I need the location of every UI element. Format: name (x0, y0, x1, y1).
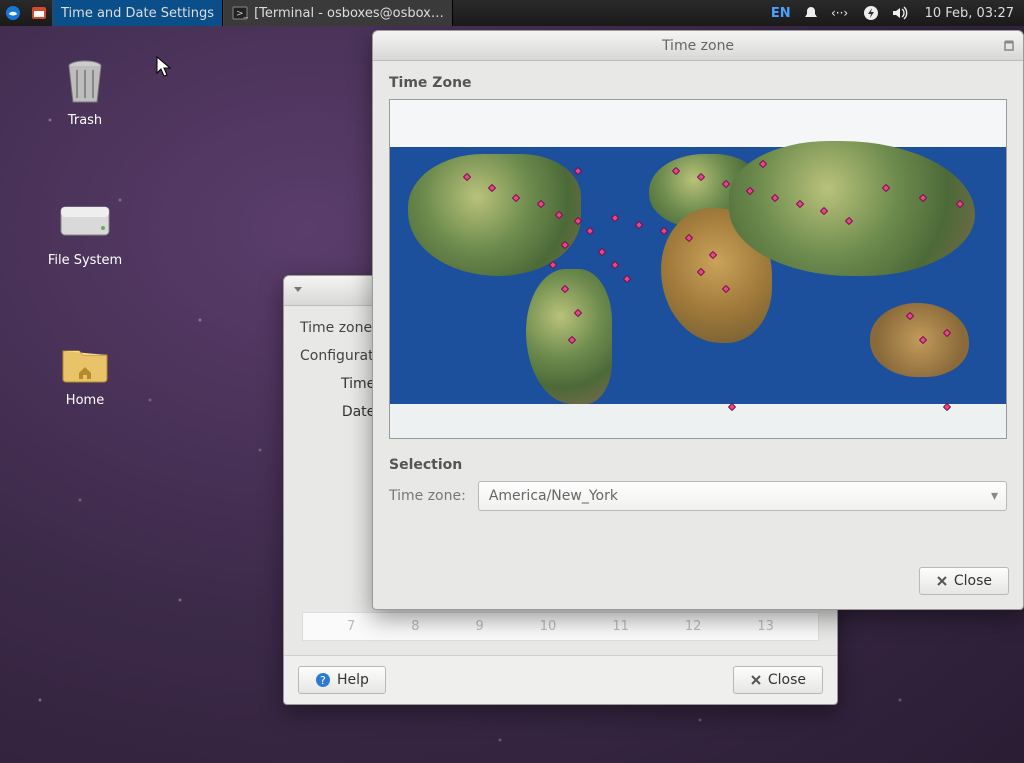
desktop-icon-label: Trash (40, 113, 130, 128)
taskbar: Time and Date Settings >_ [Terminal - os… (0, 0, 1024, 26)
help-button[interactable]: ? Help (298, 666, 386, 694)
timezone-combobox-value: America/New_York (489, 488, 618, 504)
app-menu-button[interactable] (0, 0, 26, 26)
calendar-week-row[interactable]: 7 8 9 10 11 12 13 (302, 612, 819, 641)
svg-text:?: ? (320, 674, 326, 687)
section-map-title: Time Zone (389, 75, 1007, 91)
help-icon: ? (315, 672, 331, 688)
titlebar[interactable]: Time zone (373, 31, 1023, 61)
desktop-icon-label: Home (40, 393, 130, 408)
svg-text:>_: >_ (236, 9, 248, 19)
close-button[interactable]: Close (919, 567, 1009, 595)
section-selection-title: Selection (389, 457, 1007, 473)
power-manager-icon[interactable] (857, 0, 885, 26)
timezone-select-label: Time zone: (389, 488, 466, 504)
taskbar-task-terminal[interactable]: >_ [Terminal - osboxes@osbox… (223, 0, 453, 26)
configuration-label: Configurat (300, 348, 374, 364)
notifications-icon[interactable] (797, 0, 825, 26)
hard-drive-icon (59, 195, 111, 247)
dialog-button-row: ? Help Close (284, 655, 837, 704)
window-timezone: Time zone Time Zone (372, 30, 1024, 610)
terminal-icon: >_ (232, 5, 248, 21)
timezone-label: Time zone (300, 320, 372, 336)
taskbar-task-label: Time and Date Settings (61, 6, 214, 21)
calendar-applet-button[interactable] (26, 0, 52, 26)
desktop-icon-label: File System (40, 253, 130, 268)
network-icon[interactable]: ‹··› (825, 0, 857, 26)
taskbar-task-label: [Terminal - osboxes@osbox… (254, 6, 444, 21)
close-icon (936, 575, 948, 587)
trash-icon (59, 55, 111, 107)
keyboard-indicator[interactable]: EN (765, 0, 797, 26)
window-title: Time zone (373, 38, 1023, 54)
volume-icon[interactable] (885, 0, 915, 26)
home-folder-icon (59, 335, 111, 387)
close-button[interactable]: Close (733, 666, 823, 694)
mouse-cursor (155, 55, 175, 83)
desktop-icon-trash[interactable]: Trash (40, 55, 130, 128)
maximize-icon[interactable] (1001, 38, 1017, 54)
clock[interactable]: 10 Feb, 03:27 (915, 0, 1024, 26)
desktop-icon-filesystem[interactable]: File System (40, 195, 130, 268)
window-menu-icon[interactable] (284, 283, 304, 299)
desktop-icon-home[interactable]: Home (40, 335, 130, 408)
timezone-combobox[interactable]: America/New_York (478, 481, 1007, 511)
timezone-map[interactable] (389, 99, 1007, 439)
close-icon (750, 674, 762, 686)
taskbar-task-time-date[interactable]: Time and Date Settings (52, 0, 223, 26)
svg-text:‹··›: ‹··› (831, 6, 848, 20)
